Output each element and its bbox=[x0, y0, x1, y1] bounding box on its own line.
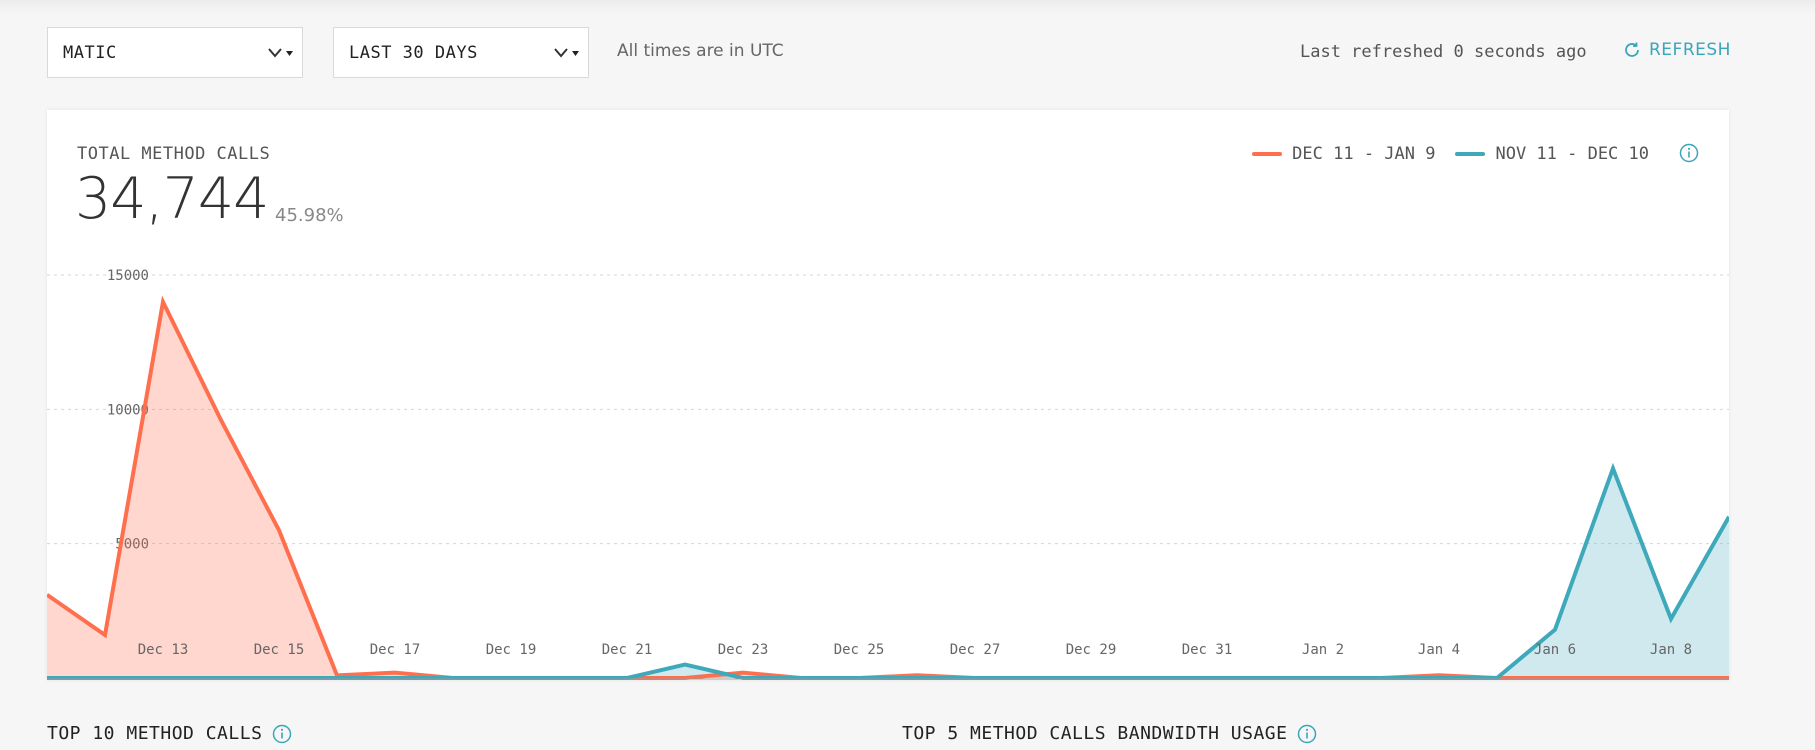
method-calls-chart: 50001000015000Dec 13Dec 15Dec 17Dec 19De… bbox=[47, 268, 1729, 680]
top-shadow bbox=[0, 0, 1815, 14]
info-icon[interactable] bbox=[1297, 724, 1317, 744]
top10-label: TOP 10 METHOD CALLS bbox=[47, 723, 263, 744]
info-icon[interactable] bbox=[272, 724, 292, 744]
x-tick-label: Dec 25 bbox=[834, 642, 885, 658]
network-select[interactable]: MATIC bbox=[47, 27, 303, 78]
x-tick-label: Dec 29 bbox=[1066, 642, 1117, 658]
x-tick-label: Dec 19 bbox=[486, 642, 537, 658]
top5-bandwidth-title: TOP 5 METHOD CALLS BANDWIDTH USAGE bbox=[902, 723, 1317, 744]
x-tick-label: Jan 6 bbox=[1534, 642, 1576, 658]
last-refreshed-text: Last refreshed 0 seconds ago bbox=[1300, 42, 1587, 62]
timezone-note: All times are in UTC bbox=[617, 41, 784, 61]
card-title: TOTAL METHOD CALLS bbox=[77, 144, 271, 164]
change-percent: 45.98% bbox=[275, 205, 344, 226]
range-select-value: LAST 30 DAYS bbox=[349, 42, 478, 63]
range-select[interactable]: LAST 30 DAYS bbox=[333, 27, 589, 78]
legend-label-previous: NOV 11 - DEC 10 bbox=[1495, 144, 1649, 164]
y-tick-label: 15000 bbox=[107, 268, 149, 284]
chevron-down-icon bbox=[268, 47, 293, 58]
legend-item-previous[interactable]: NOV 11 - DEC 10 bbox=[1455, 144, 1649, 164]
top5-label: TOP 5 METHOD CALLS BANDWIDTH USAGE bbox=[902, 723, 1288, 744]
refresh-button[interactable]: REFRESH bbox=[1623, 40, 1731, 60]
x-tick-label: Dec 31 bbox=[1182, 642, 1233, 658]
method-calls-card: 50001000015000Dec 13Dec 15Dec 17Dec 19De… bbox=[47, 110, 1729, 680]
x-tick-label: Dec 23 bbox=[718, 642, 769, 658]
x-tick-label: Jan 2 bbox=[1302, 642, 1344, 658]
chart-legend: DEC 11 - JAN 9 NOV 11 - DEC 10 bbox=[1232, 144, 1649, 164]
refresh-icon bbox=[1625, 42, 1639, 57]
x-tick-label: Jan 8 bbox=[1650, 642, 1692, 658]
legend-item-current[interactable]: DEC 11 - JAN 9 bbox=[1252, 144, 1435, 164]
total-calls-value: 34,744 bbox=[75, 166, 269, 232]
x-tick-label: Dec 21 bbox=[602, 642, 653, 658]
info-icon[interactable] bbox=[1679, 143, 1699, 163]
legend-label-current: DEC 11 - JAN 9 bbox=[1292, 144, 1436, 164]
network-select-value: MATIC bbox=[63, 42, 117, 63]
legend-swatch-current bbox=[1252, 152, 1283, 156]
x-tick-label: Jan 4 bbox=[1418, 642, 1460, 658]
chevron-down-icon bbox=[554, 47, 579, 58]
x-tick-label: Dec 27 bbox=[950, 642, 1001, 658]
top10-method-calls-title: TOP 10 METHOD CALLS bbox=[47, 723, 292, 744]
legend-swatch-previous bbox=[1455, 152, 1486, 156]
refresh-label: REFRESH bbox=[1649, 40, 1731, 60]
x-tick-label: Dec 13 bbox=[138, 642, 189, 658]
x-tick-label: Dec 15 bbox=[254, 642, 305, 658]
x-tick-label: Dec 17 bbox=[370, 642, 421, 658]
series-area-0 bbox=[47, 301, 1729, 678]
